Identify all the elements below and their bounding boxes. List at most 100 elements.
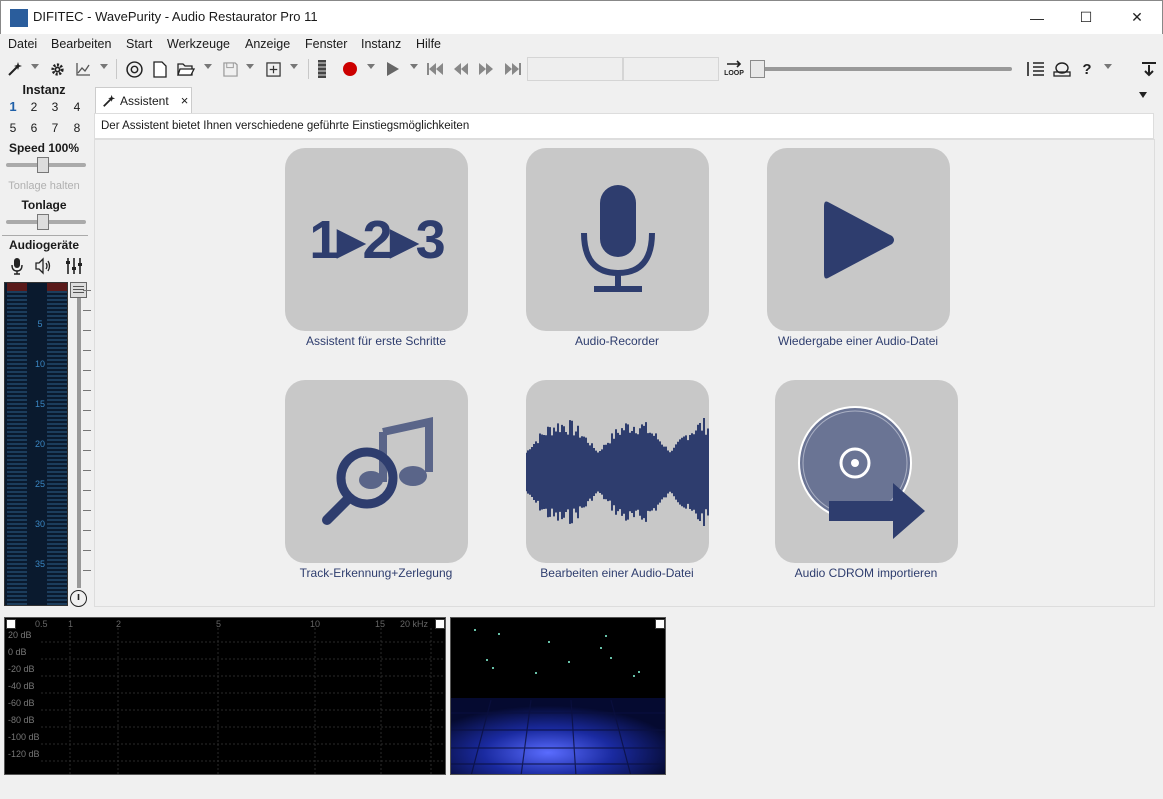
assistant-panel: 1▸2▸3 Assistent für erste Schritte Audio… <box>94 139 1155 607</box>
tab-assistent[interactable]: Assistent × <box>95 87 192 113</box>
spectrum-x-tick: 0.5 <box>35 619 48 629</box>
mixing-desk-visual <box>451 629 665 774</box>
cd-device-icon[interactable] <box>1052 59 1072 79</box>
loop-label: LOOP <box>724 70 744 77</box>
menu-bearbeiten[interactable]: Bearbeiten <box>51 37 111 51</box>
card-label[interactable]: Wiedergabe einer Audio-Datei <box>738 334 978 348</box>
tab-close-icon[interactable]: × <box>181 93 189 108</box>
speed-slider[interactable] <box>37 157 49 173</box>
playback-position-slider[interactable] <box>750 60 765 78</box>
spectrum-y-tick: -20 dB <box>8 664 35 674</box>
audiogeraete-label: Audiogeräte <box>8 238 79 252</box>
meter-label: 15 <box>34 399 45 409</box>
tonlage-label: Tonlage <box>21 198 67 212</box>
help-button[interactable]: ? <box>1080 59 1094 79</box>
card-first-steps[interactable]: 1▸2▸3 <box>285 148 468 331</box>
card-playback[interactable] <box>767 148 950 331</box>
analysis-dropdown-icon[interactable] <box>100 64 108 69</box>
instance-2[interactable]: 2 <box>27 100 41 114</box>
instance-5[interactable]: 5 <box>6 121 20 135</box>
toolbar-divider <box>116 59 117 79</box>
list-icon[interactable] <box>1026 59 1046 79</box>
open-folder-icon[interactable] <box>176 59 196 79</box>
record-icon[interactable] <box>340 59 360 79</box>
card-label[interactable]: Bearbeiten einer Audio-Datei <box>497 566 737 580</box>
spectrum-y-tick: -100 dB <box>8 732 40 742</box>
menu-start[interactable]: Start <box>126 37 152 51</box>
help-dropdown-icon[interactable] <box>1104 64 1112 69</box>
open-dropdown-icon[interactable] <box>204 64 212 69</box>
card-label[interactable]: Audio-Recorder <box>497 334 737 348</box>
instance-8[interactable]: 8 <box>70 121 84 135</box>
play-icon[interactable] <box>384 59 402 79</box>
spectrum-x-tick: 2 <box>116 619 122 629</box>
gear-icon[interactable] <box>48 59 66 79</box>
viz-close-icon[interactable] <box>655 619 665 629</box>
record-dropdown-icon[interactable] <box>367 64 375 69</box>
power-icon[interactable] <box>70 590 87 607</box>
wand-dropdown-icon[interactable] <box>31 64 39 69</box>
close-button[interactable]: ✕ <box>1114 1 1160 34</box>
wand-icon[interactable] <box>6 59 24 79</box>
spectrum-y-tick: -40 dB <box>8 681 35 691</box>
menu-hilfe[interactable]: Hilfe <box>416 37 441 51</box>
timeline-icon[interactable] <box>315 59 329 79</box>
spectrum-y-tick: 0 dB <box>8 647 27 657</box>
save-icon[interactable] <box>221 59 239 79</box>
instance-1[interactable]: 1 <box>6 99 20 114</box>
instanz-title: Instanz <box>22 83 66 97</box>
cd-import-icon <box>797 405 925 539</box>
instance-7[interactable]: 7 <box>48 121 62 135</box>
cd-icon[interactable] <box>124 59 144 79</box>
spectrum-grid <box>41 628 445 774</box>
steps-123-icon: 1▸2▸3 <box>309 210 445 270</box>
window-title: DIFITEC - WavePurity - Audio Restaurator… <box>33 9 318 24</box>
instance-6[interactable]: 6 <box>27 121 41 135</box>
card-track-detection[interactable] <box>285 380 468 563</box>
tonlage-slider[interactable] <box>37 214 49 230</box>
minimize-button[interactable]: — <box>1014 1 1060 34</box>
card-label[interactable]: Track-Erkennung+Zerlegung <box>256 566 496 580</box>
spectrum-y-tick: 20 dB <box>8 630 32 640</box>
volume-track[interactable] <box>77 284 81 588</box>
export-dropdown-icon[interactable] <box>290 64 298 69</box>
card-label[interactable]: Assistent für erste Schritte <box>256 334 496 348</box>
menu-werkzeuge[interactable]: Werkzeuge <box>167 37 230 51</box>
tab-bar: Assistent × <box>94 85 1156 113</box>
tab-label: Assistent <box>120 93 169 108</box>
meter-right-channel <box>47 283 67 605</box>
maximize-button[interactable]: ☐ <box>1063 1 1109 34</box>
skip-end-icon[interactable] <box>504 59 522 79</box>
instance-4[interactable]: 4 <box>70 100 84 114</box>
card-cdrom-import[interactable] <box>775 380 958 563</box>
instance-3[interactable]: 3 <box>48 100 62 114</box>
position-display <box>527 57 623 81</box>
meter-label: 35 <box>34 559 45 569</box>
card-audio-recorder[interactable] <box>526 148 709 331</box>
menu-fenster[interactable]: Fenster <box>305 37 347 51</box>
menu-datei[interactable]: Datei <box>8 37 37 51</box>
rewind-icon[interactable] <box>452 59 470 79</box>
play-dropdown-icon[interactable] <box>410 64 418 69</box>
spectrum-x-tick: 5 <box>216 619 222 629</box>
save-dropdown-icon[interactable] <box>246 64 254 69</box>
export-icon[interactable] <box>264 59 282 79</box>
microphone-icon[interactable] <box>10 257 26 275</box>
card-edit-audio[interactable] <box>526 380 709 563</box>
speaker-icon[interactable] <box>34 257 54 275</box>
new-file-icon[interactable] <box>151 59 169 79</box>
fast-forward-icon[interactable] <box>477 59 495 79</box>
menu-instanz[interactable]: Instanz <box>361 37 401 51</box>
spectrum-x-tick: 1 <box>68 619 74 629</box>
meter-label: 5 <box>37 319 43 329</box>
pin-toolbar-icon[interactable] <box>1140 59 1158 79</box>
tab-menu-icon[interactable] <box>1139 92 1147 98</box>
skip-start-icon[interactable] <box>426 59 444 79</box>
loop-button[interactable]: LOOP <box>723 59 745 79</box>
analysis-chart-icon[interactable] <box>74 59 92 79</box>
menu-anzeige[interactable]: Anzeige <box>245 37 290 51</box>
playback-position-track[interactable] <box>750 67 1012 71</box>
meter-label: 10 <box>34 359 45 369</box>
mixer-icon[interactable] <box>65 257 83 275</box>
card-label[interactable]: Audio CDROM importieren <box>746 566 986 580</box>
